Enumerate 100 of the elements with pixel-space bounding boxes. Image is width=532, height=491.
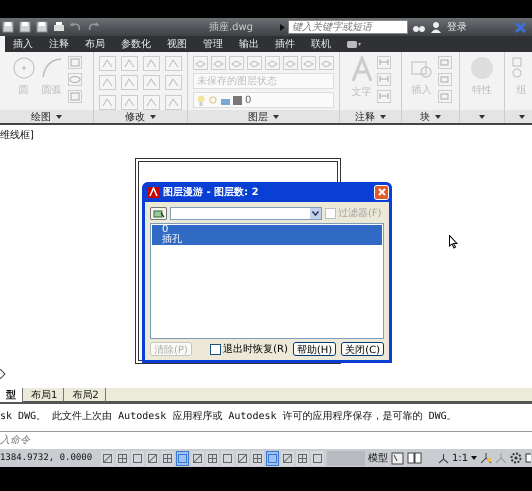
- modify-tool-icon[interactable]: [121, 56, 138, 71]
- ribbon-tab[interactable]: 联机: [303, 37, 339, 51]
- dialog-title: 图层漫游 - 图层数: 2: [163, 186, 260, 199]
- lightbulb-icon: [197, 94, 205, 106]
- chevron-down-icon: [312, 210, 319, 216]
- window-icon[interactable]: [525, 452, 532, 464]
- layer-item[interactable]: 插孔: [152, 235, 382, 245]
- panel-title[interactable]: [505, 110, 532, 123]
- ribbon-tab[interactable]: 视图: [159, 37, 195, 51]
- command-history-text: sk DWG。 此文件上次由 Autodesk 应用程序或 Autodesk 许可的应用程序保存，是可靠的 DWG。: [0, 411, 457, 422]
- layer-tool-icon[interactable]: [265, 56, 280, 70]
- sign-in-link[interactable]: 登录: [447, 20, 467, 34]
- sun-icon: [208, 95, 218, 105]
- modify-tool-icon[interactable]: [143, 94, 160, 110]
- annotation-scale-icon: [438, 452, 449, 464]
- print-icon[interactable]: [53, 21, 65, 33]
- layer-dropdown[interactable]: 0: [193, 92, 334, 108]
- layer-tool-icon[interactable]: [283, 56, 298, 70]
- undo-icon[interactable]: [70, 21, 82, 33]
- caret-icon: [380, 114, 386, 118]
- model-space-button[interactable]: 模型: [368, 451, 388, 465]
- letter-icon[interactable]: [350, 56, 372, 82]
- layer-tool-icon[interactable]: [211, 56, 226, 70]
- caret-icon: [56, 114, 62, 118]
- cursor-icon: [449, 235, 458, 249]
- select-objects-button[interactable]: [150, 206, 167, 220]
- caret-icon: [471, 456, 478, 460]
- caret-icon: [435, 114, 441, 118]
- layer-tool-icon[interactable]: [301, 56, 316, 70]
- panel-title[interactable]: 块: [402, 110, 459, 123]
- close-icon: [378, 188, 386, 196]
- caret-icon: [518, 114, 524, 118]
- block-tool-icon[interactable]: [438, 90, 452, 103]
- modify-tool-icon[interactable]: [143, 75, 160, 90]
- ribbon-tab[interactable]: 管理: [195, 37, 231, 51]
- ribbon-tab[interactable]: 参数化: [113, 37, 159, 51]
- caret-icon: [280, 24, 285, 30]
- restore-checkbox[interactable]: 退出时恢复(R): [210, 342, 288, 356]
- modify-tool-icon[interactable]: [121, 94, 138, 110]
- grid-icon[interactable]: [131, 450, 144, 466]
- dialog-button[interactable]: 帮助(H): [292, 342, 336, 356]
- block-tool-icon[interactable]: [438, 56, 452, 69]
- redo-icon[interactable]: [87, 21, 99, 33]
- search-field[interactable]: 键入关键字或短语: [288, 20, 408, 34]
- save-icon[interactable]: [19, 21, 31, 33]
- layer-tool-icon[interactable]: [193, 56, 208, 70]
- modify-tool-icon[interactable]: [165, 56, 182, 71]
- ribbon-tab[interactable]: 注释: [41, 37, 77, 51]
- layer-tool-icon[interactable]: [247, 56, 262, 70]
- hatch-icon[interactable]: [68, 90, 82, 103]
- layer-tool-icon[interactable]: [229, 56, 244, 70]
- viewports-icon[interactable]: [407, 452, 422, 464]
- panel-title[interactable]: 绘图: [0, 110, 93, 123]
- camera-icon[interactable]: [347, 40, 361, 48]
- filter-dropdown[interactable]: [170, 206, 322, 220]
- command-field[interactable]: 入命令: [0, 432, 532, 449]
- ellipse-icon[interactable]: [68, 73, 82, 86]
- circle-icon[interactable]: [12, 56, 36, 80]
- modify-tool-icon[interactable]: [121, 75, 138, 90]
- ribbon-tab[interactable]: 插入: [5, 37, 41, 51]
- ribbon-tab[interactable]: 输出: [231, 37, 267, 51]
- caret-icon: [479, 114, 485, 118]
- window-title: 插座.dwg: [208, 20, 254, 34]
- modify-tool-icon[interactable]: [165, 75, 182, 90]
- modify-tool-icon[interactable]: [99, 75, 116, 90]
- table-icon[interactable]: [376, 90, 390, 103]
- caret-icon: [273, 114, 279, 118]
- ribbon-tab[interactable]: 布局: [77, 37, 113, 51]
- rectangle-icon[interactable]: [68, 56, 82, 69]
- caret-icon: [150, 114, 156, 118]
- modify-tool-icon[interactable]: [165, 94, 182, 110]
- save-as-icon[interactable]: [36, 21, 48, 33]
- layer-item[interactable]: 0: [152, 225, 382, 235]
- layout-icon[interactable]: [391, 452, 404, 464]
- square-icon[interactable]: [176, 450, 189, 466]
- modify-tool-icon[interactable]: [143, 56, 160, 71]
- dialog-button[interactable]: 关闭(C): [341, 342, 384, 356]
- coordinates-display: 1384.9732, 0.0000: [0, 453, 94, 463]
- block-tool-icon[interactable]: [438, 73, 452, 86]
- app-logo-icon: [148, 186, 159, 198]
- close-button[interactable]: [374, 184, 389, 200]
- viewport-label: 维线框]: [0, 128, 34, 142]
- panel-title[interactable]: 图层: [188, 110, 339, 123]
- x-logo-icon[interactable]: [515, 22, 526, 32]
- ribbon-tab[interactable]: 插件: [267, 37, 303, 51]
- settings-icon[interactable]: [510, 452, 522, 464]
- panel-title[interactable]: 注释: [340, 110, 401, 123]
- panel-title[interactable]: 修改: [94, 110, 187, 123]
- layer-tool-icon[interactable]: [319, 56, 334, 70]
- arc-icon[interactable]: [40, 56, 64, 80]
- annotation-visibility-icon[interactable]: [480, 452, 492, 464]
- color-swatch-icon: [233, 96, 242, 104]
- user-icon: [430, 21, 442, 33]
- select-objects-icon: [152, 208, 164, 218]
- layout-tab[interactable]: 型: [0, 388, 23, 402]
- dimension-icon[interactable]: [376, 56, 390, 69]
- modify-tool-icon[interactable]: [99, 94, 116, 110]
- modify-tool-icon[interactable]: [99, 56, 116, 71]
- leader-icon[interactable]: [376, 73, 390, 86]
- scale-dropdown[interactable]: 1:1: [452, 452, 468, 464]
